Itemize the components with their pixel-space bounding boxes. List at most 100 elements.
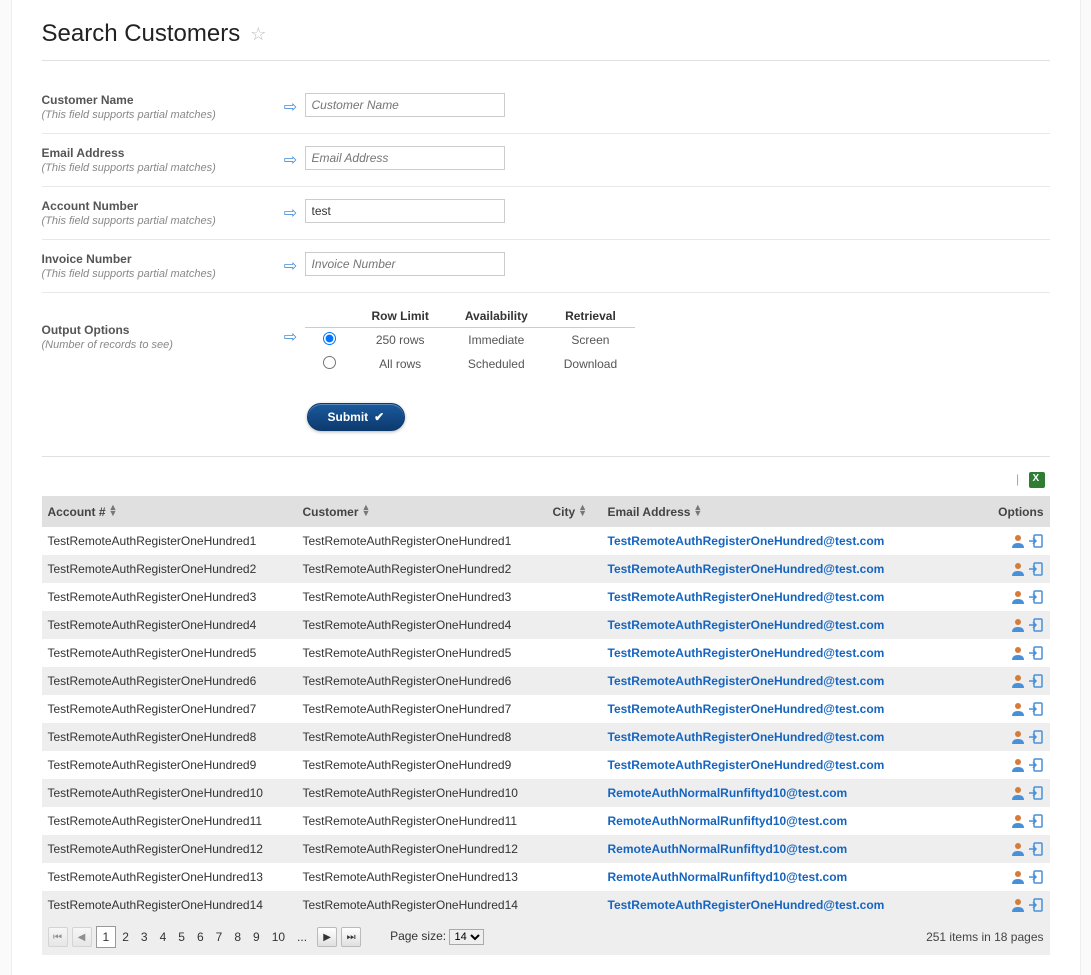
- page-number[interactable]: 6: [191, 927, 210, 947]
- login-as-icon[interactable]: [1028, 533, 1044, 549]
- login-as-icon[interactable]: [1028, 589, 1044, 605]
- email-link[interactable]: TestRemoteAuthRegisterOneHundred@test.co…: [608, 562, 885, 576]
- view-customer-icon[interactable]: [1010, 897, 1026, 913]
- email-address-input[interactable]: [305, 146, 505, 170]
- page-number[interactable]: 10: [266, 927, 291, 947]
- page-number[interactable]: ...: [291, 927, 313, 947]
- favorite-star-icon[interactable]: ☆: [250, 24, 266, 45]
- login-as-icon[interactable]: [1028, 729, 1044, 745]
- cell-retrieval-1: Download: [546, 352, 635, 376]
- col-city[interactable]: City▲▼: [547, 496, 602, 527]
- view-customer-icon[interactable]: [1010, 617, 1026, 633]
- radio-all-rows[interactable]: [323, 356, 336, 369]
- page-number[interactable]: 4: [154, 927, 173, 947]
- email-link[interactable]: TestRemoteAuthRegisterOneHundred@test.co…: [608, 618, 885, 632]
- login-as-icon[interactable]: [1028, 701, 1044, 717]
- label-email-address: Email Address: [42, 146, 277, 160]
- email-link[interactable]: TestRemoteAuthRegisterOneHundred@test.co…: [608, 534, 885, 548]
- cell-email: TestRemoteAuthRegisterOneHundred@test.co…: [602, 611, 990, 639]
- login-as-icon[interactable]: [1028, 561, 1044, 577]
- cell-email: TestRemoteAuthRegisterOneHundred@test.co…: [602, 583, 990, 611]
- pager-last-button[interactable]: ⏭: [341, 927, 361, 947]
- page-number[interactable]: 8: [228, 927, 247, 947]
- login-as-icon[interactable]: [1028, 897, 1044, 913]
- pager-next-button[interactable]: ▶: [317, 927, 337, 947]
- view-customer-icon[interactable]: [1010, 757, 1026, 773]
- cell-row-limit-1: All rows: [354, 352, 447, 376]
- pager-first-button[interactable]: ⏮: [48, 927, 68, 947]
- email-link[interactable]: RemoteAuthNormalRunfiftyd10@test.com: [608, 814, 848, 828]
- email-link[interactable]: TestRemoteAuthRegisterOneHundred@test.co…: [608, 730, 885, 744]
- cell-city: [547, 723, 602, 751]
- view-customer-icon[interactable]: [1010, 729, 1026, 745]
- login-as-icon[interactable]: [1028, 645, 1044, 661]
- cell-customer: TestRemoteAuthRegisterOneHundred5: [297, 639, 547, 667]
- col-customer[interactable]: Customer▲▼: [297, 496, 547, 527]
- cell-city: [547, 863, 602, 891]
- account-number-input[interactable]: [305, 199, 505, 223]
- table-row: TestRemoteAuthRegisterOneHundred10TestRe…: [42, 779, 1050, 807]
- customer-name-input[interactable]: [305, 93, 505, 117]
- email-link[interactable]: TestRemoteAuthRegisterOneHundred@test.co…: [608, 590, 885, 604]
- col-email[interactable]: Email Address▲▼: [602, 496, 990, 527]
- cell-city: [547, 751, 602, 779]
- export-excel-icon[interactable]: [1029, 472, 1045, 488]
- page-number[interactable]: 7: [210, 927, 229, 947]
- email-link[interactable]: TestRemoteAuthRegisterOneHundred@test.co…: [608, 758, 885, 772]
- view-customer-icon[interactable]: [1010, 785, 1026, 801]
- email-link[interactable]: RemoteAuthNormalRunfiftyd10@test.com: [608, 786, 848, 800]
- email-link[interactable]: TestRemoteAuthRegisterOneHundred@test.co…: [608, 646, 885, 660]
- pager: ⏮ ◀ 12345678910... ▶ ⏭ Page size: 14 251…: [42, 919, 1050, 955]
- email-link[interactable]: TestRemoteAuthRegisterOneHundred@test.co…: [608, 898, 885, 912]
- cell-options: [990, 639, 1050, 667]
- page-number[interactable]: 5: [172, 927, 191, 947]
- table-row: TestRemoteAuthRegisterOneHundred2TestRem…: [42, 555, 1050, 583]
- login-as-icon[interactable]: [1028, 785, 1044, 801]
- cell-options: [990, 835, 1050, 863]
- page-number[interactable]: 9: [247, 927, 266, 947]
- cell-account: TestRemoteAuthRegisterOneHundred7: [42, 695, 297, 723]
- view-customer-icon[interactable]: [1010, 533, 1026, 549]
- view-customer-icon[interactable]: [1010, 589, 1026, 605]
- page-size-select[interactable]: 14: [449, 929, 484, 945]
- submit-button[interactable]: Submit✔: [307, 403, 406, 431]
- table-row: TestRemoteAuthRegisterOneHundred9TestRem…: [42, 751, 1050, 779]
- cell-account: TestRemoteAuthRegisterOneHundred10: [42, 779, 297, 807]
- col-retrieval: Retrieval: [546, 305, 635, 328]
- row-customer-name: Customer Name (This field supports parti…: [42, 81, 1050, 134]
- view-customer-icon[interactable]: [1010, 673, 1026, 689]
- view-customer-icon[interactable]: [1010, 869, 1026, 885]
- page-title: Search Customers: [42, 20, 241, 48]
- cell-options: [990, 807, 1050, 835]
- cell-account: TestRemoteAuthRegisterOneHundred6: [42, 667, 297, 695]
- radio-250-rows[interactable]: [323, 332, 336, 345]
- email-link[interactable]: RemoteAuthNormalRunfiftyd10@test.com: [608, 870, 848, 884]
- login-as-icon[interactable]: [1028, 617, 1044, 633]
- view-customer-icon[interactable]: [1010, 561, 1026, 577]
- login-as-icon[interactable]: [1028, 757, 1044, 773]
- view-customer-icon[interactable]: [1010, 813, 1026, 829]
- cell-customer: TestRemoteAuthRegisterOneHundred14: [297, 891, 547, 919]
- col-account[interactable]: Account #▲▼: [42, 496, 297, 527]
- login-as-icon[interactable]: [1028, 813, 1044, 829]
- email-link[interactable]: TestRemoteAuthRegisterOneHundred@test.co…: [608, 702, 885, 716]
- invoice-number-input[interactable]: [305, 252, 505, 276]
- page-number[interactable]: 2: [116, 927, 135, 947]
- cell-account: TestRemoteAuthRegisterOneHundred13: [42, 863, 297, 891]
- login-as-icon[interactable]: [1028, 869, 1044, 885]
- view-customer-icon[interactable]: [1010, 841, 1026, 857]
- email-link[interactable]: RemoteAuthNormalRunfiftyd10@test.com: [608, 842, 848, 856]
- cell-city: [547, 639, 602, 667]
- view-customer-icon[interactable]: [1010, 701, 1026, 717]
- login-as-icon[interactable]: [1028, 841, 1044, 857]
- email-link[interactable]: TestRemoteAuthRegisterOneHundred@test.co…: [608, 674, 885, 688]
- cell-city: [547, 555, 602, 583]
- login-as-icon[interactable]: [1028, 673, 1044, 689]
- page-number[interactable]: 3: [135, 927, 154, 947]
- pager-prev-button[interactable]: ◀: [72, 927, 92, 947]
- view-customer-icon[interactable]: [1010, 645, 1026, 661]
- results-grid: Account #▲▼ Customer▲▼ City▲▼ Email Addr…: [42, 496, 1050, 919]
- page-number[interactable]: 1: [96, 926, 117, 948]
- table-row: TestRemoteAuthRegisterOneHundred6 TestRem…: [42, 667, 1050, 695]
- table-row: TestRemoteAuthRegisterOneHundred4TestRem…: [42, 611, 1050, 639]
